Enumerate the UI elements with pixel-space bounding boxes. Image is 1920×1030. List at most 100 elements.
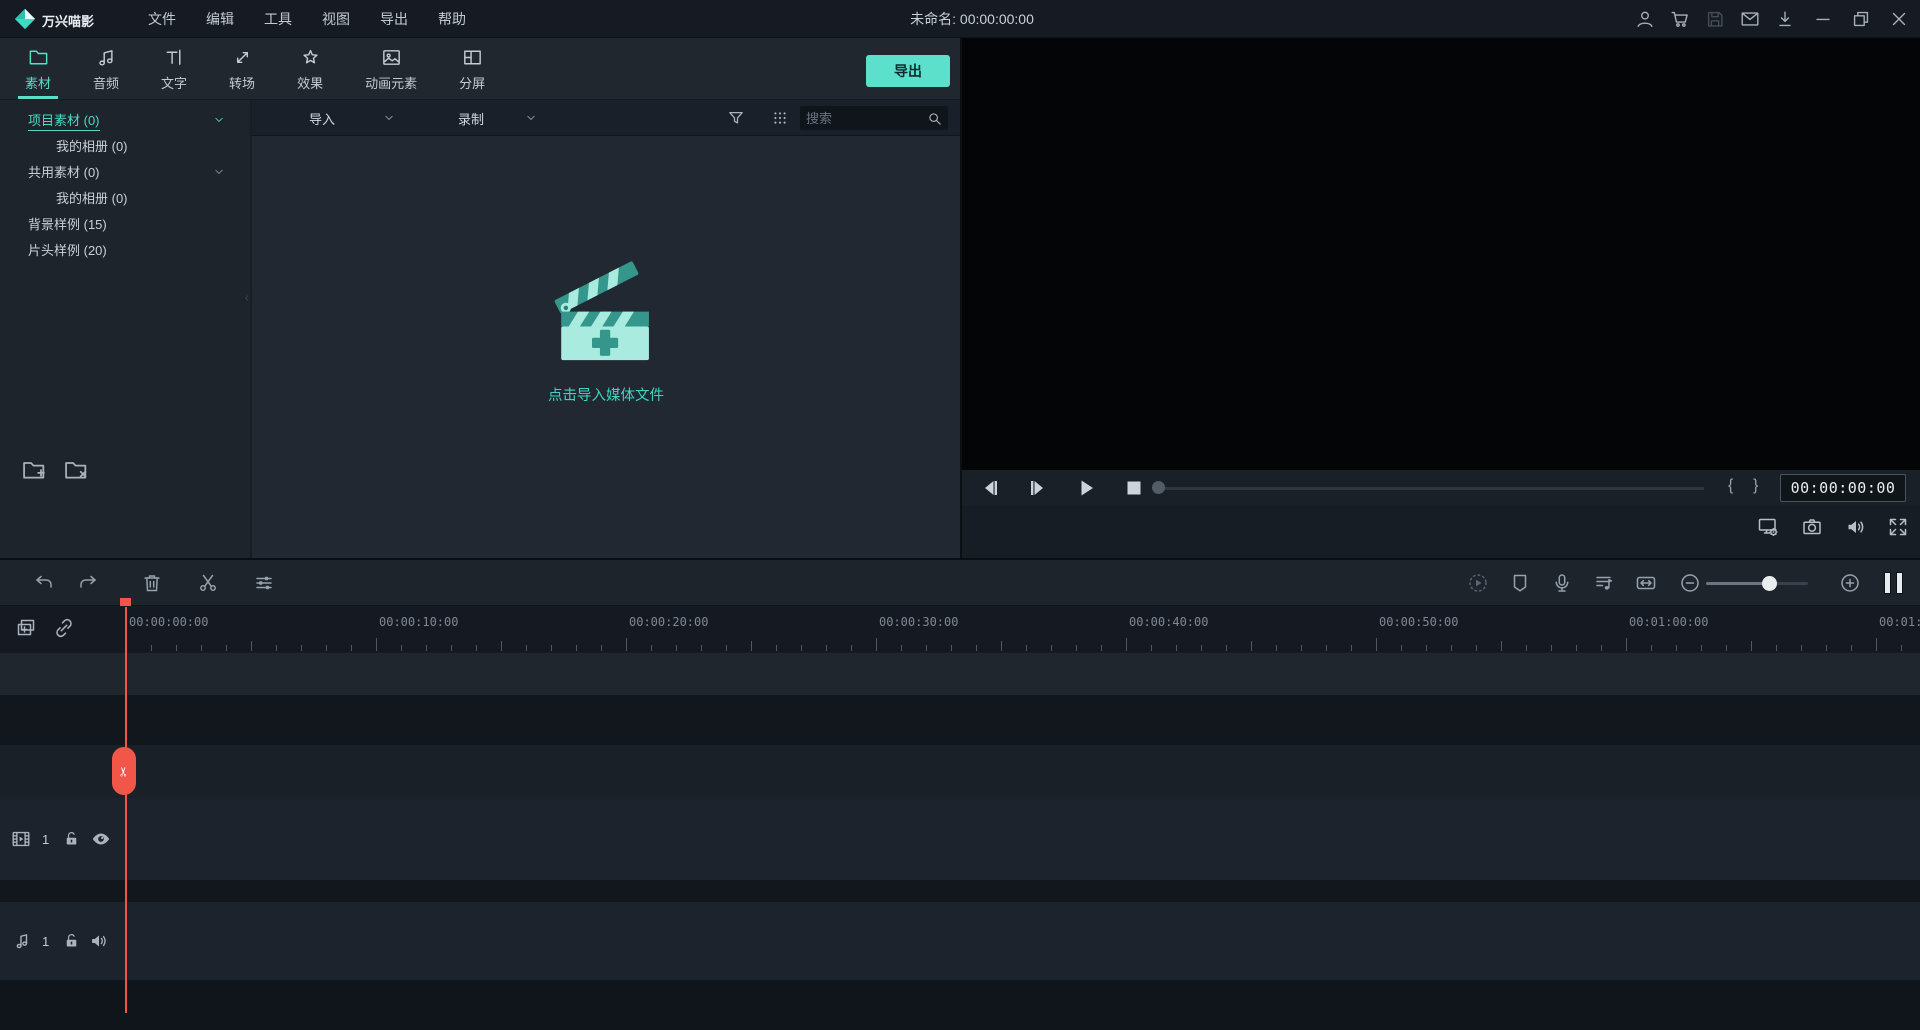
stop-icon[interactable] — [1122, 476, 1146, 500]
ruler-label: 00:00:10:00 — [379, 615, 459, 629]
tab-动画元素[interactable]: 动画元素 — [344, 38, 438, 99]
ruler-tick — [1451, 645, 1452, 651]
sidebar-item-label: 共用素材 (0) — [28, 165, 100, 180]
previous-frame-icon[interactable] — [978, 476, 1002, 500]
download-icon[interactable] — [1774, 8, 1796, 30]
ruler-tick — [1851, 645, 1852, 651]
next-frame-icon[interactable] — [1026, 476, 1050, 500]
ruler-tick — [851, 645, 852, 651]
menu-item-6[interactable]: 帮助 — [438, 9, 466, 29]
playhead-handle[interactable]: ✂ — [112, 747, 136, 795]
menu-item-5[interactable]: 导出 — [380, 9, 408, 29]
mail-icon[interactable] — [1739, 8, 1761, 30]
sidebar-item-2[interactable]: 我的相册 (0) — [0, 133, 250, 159]
save-icon[interactable] — [1704, 8, 1726, 30]
video-track[interactable]: 1 — [0, 798, 1920, 880]
chevron-down-icon[interactable] — [212, 165, 226, 179]
fit-timeline-icon[interactable] — [1634, 571, 1658, 595]
tab-转场[interactable]: 转场 — [208, 38, 276, 99]
timeline: 00:00:00:00 00:00:10:00 00:00:20:00 00:00:3… — [0, 607, 1920, 1030]
video-viewport[interactable] — [962, 38, 1920, 470]
grid-view-icon[interactable] — [770, 108, 790, 128]
cart-icon[interactable] — [1669, 8, 1691, 30]
record-button[interactable]: 录制 — [458, 100, 484, 136]
record-chevron-down-icon[interactable] — [524, 111, 538, 125]
tab-素材[interactable]: 素材 — [4, 38, 72, 99]
minimize-icon[interactable] — [1812, 8, 1834, 30]
voiceover-mic-icon[interactable] — [1550, 571, 1574, 595]
delete-icon[interactable] — [140, 571, 164, 595]
add-folder-icon[interactable] — [20, 456, 48, 484]
sidebar-item-5[interactable]: 背景样例 (15) — [0, 211, 250, 237]
snapshot-icon[interactable] — [1800, 515, 1824, 539]
sidebar-item-3[interactable]: 共用素材 (0) — [0, 159, 250, 185]
search-input[interactable] — [800, 110, 926, 126]
search-icon[interactable] — [926, 110, 943, 127]
ruler-tick — [1101, 645, 1102, 651]
tab-label: 转场 — [229, 76, 256, 91]
sidebar-item-label: 项目素材 (0) — [28, 110, 100, 131]
split-clip-icon[interactable] — [196, 571, 220, 595]
timeline-ruler[interactable]: 00:00:00:00 00:00:10:00 00:00:20:00 00:00:3… — [0, 607, 1920, 653]
ruler-tick — [1651, 645, 1652, 651]
menu-item-2[interactable]: 编辑 — [206, 9, 234, 29]
import-chevron-down-icon[interactable] — [382, 111, 396, 125]
tab-文字[interactable]: 文字 — [140, 38, 208, 99]
import-button[interactable]: 导入 — [309, 100, 335, 136]
audio-track-mute-icon[interactable] — [88, 930, 110, 952]
adjust-icon[interactable] — [252, 571, 276, 595]
sidebar-collapse-icon[interactable] — [243, 288, 251, 308]
timeline-zoom-handle[interactable] — [1762, 576, 1778, 591]
video-track-number: 1 — [42, 832, 50, 847]
video-track-lock-icon[interactable] — [62, 829, 81, 848]
video-track-visibility-icon[interactable] — [90, 828, 112, 850]
volume-icon[interactable] — [1844, 515, 1868, 539]
chevron-down-icon[interactable] — [212, 113, 226, 127]
tab-效果[interactable]: 效果 — [276, 38, 344, 99]
ruler-tick — [1251, 641, 1252, 651]
track-panel-toggle-icon[interactable] — [1884, 572, 1906, 594]
audio-beat-icon[interactable] — [1592, 571, 1616, 595]
playhead-top-stub[interactable] — [120, 598, 131, 606]
redo-icon[interactable] — [76, 571, 100, 595]
ruler-tick — [676, 645, 677, 651]
display-settings-icon[interactable] — [1756, 515, 1780, 539]
zoom-out-icon[interactable] — [1678, 571, 1702, 595]
menu-item-3[interactable]: 工具 — [264, 9, 292, 29]
audio-track[interactable]: 1 — [0, 902, 1920, 980]
sidebar-item-1[interactable]: 项目素材 (0) — [0, 107, 250, 133]
timeline-toolbar — [0, 560, 1920, 606]
close-icon[interactable] — [1888, 8, 1910, 30]
timecode-display[interactable]: 00:00:00:00 — [1780, 474, 1906, 502]
menu-item-1[interactable]: 文件 — [148, 9, 176, 29]
audio-track-lock-icon[interactable] — [62, 931, 81, 950]
undo-icon[interactable] — [32, 571, 56, 595]
quick-cut-scissors-icon: ✂ — [116, 765, 132, 777]
timeline-zoom-slider[interactable] — [1706, 582, 1808, 585]
playhead-line[interactable] — [125, 607, 127, 1013]
library-tabbar: 素材 音频 文字 转场 效果 动画元素 分屏 — [0, 38, 960, 100]
ruler-tick — [176, 645, 177, 651]
delete-folder-icon[interactable] — [62, 456, 90, 484]
export-button[interactable]: 导出 — [866, 55, 950, 87]
mark-in-icon[interactable]: { — [1728, 477, 1733, 495]
render-preview-icon[interactable] — [1466, 571, 1490, 595]
import-media-dropzone[interactable]: 点击导入媒体文件 — [252, 250, 960, 405]
menu-item-4[interactable]: 视图 — [322, 9, 350, 29]
preview-scrubber-handle[interactable] — [1152, 481, 1165, 494]
account-icon[interactable] — [1634, 8, 1656, 30]
ruler-tick — [926, 645, 927, 651]
fullscreen-icon[interactable] — [1886, 515, 1910, 539]
tab-分屏[interactable]: 分屏 — [438, 38, 506, 99]
mark-out-icon[interactable]: } — [1753, 477, 1758, 495]
marker-icon[interactable] — [1508, 571, 1532, 595]
sidebar-item-4[interactable]: 我的相册 (0) — [0, 185, 250, 211]
tab-音频[interactable]: 音频 — [72, 38, 140, 99]
zoom-in-icon[interactable] — [1838, 571, 1862, 595]
preview-scrubber-track[interactable] — [1158, 487, 1704, 490]
ruler-tick — [826, 645, 827, 651]
maximize-icon[interactable] — [1850, 8, 1872, 30]
sidebar-item-6[interactable]: 片头样例 (20) — [0, 237, 250, 263]
play-icon[interactable] — [1074, 476, 1098, 500]
filter-icon[interactable] — [726, 108, 746, 128]
